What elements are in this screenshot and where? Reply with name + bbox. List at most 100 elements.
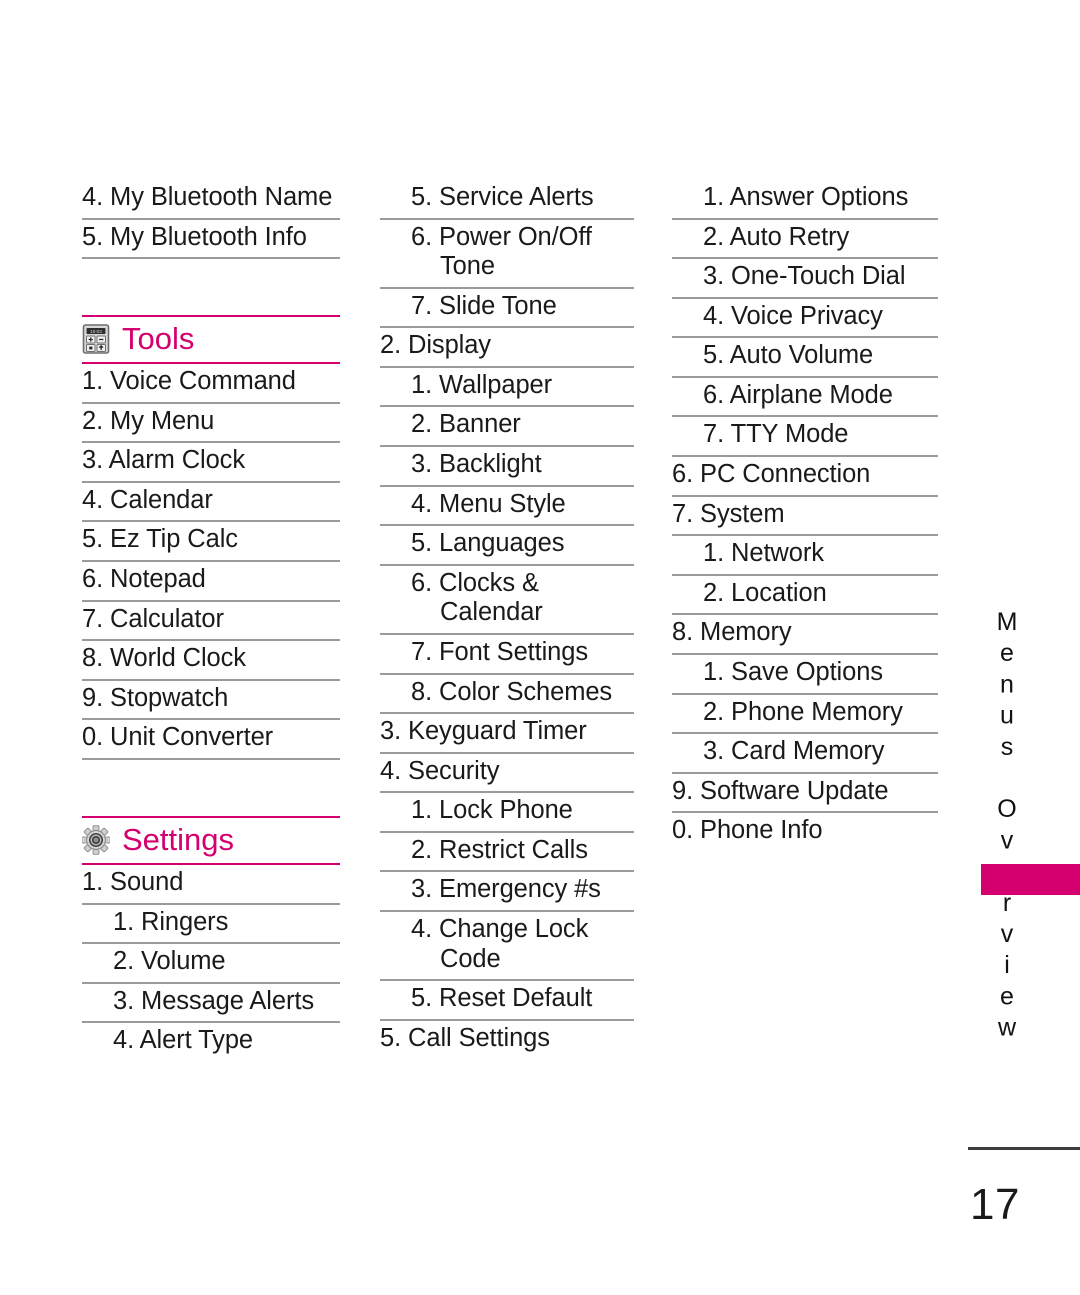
menu-entry: 3. One-Touch Dial bbox=[672, 259, 938, 299]
menu-entry: 8. Memory bbox=[672, 615, 938, 655]
menu-entry-label: 2. Banner bbox=[411, 410, 521, 439]
footer-rule bbox=[968, 1147, 1080, 1150]
menu-entry-label: 0. Unit Converter bbox=[82, 723, 274, 752]
menu-entry-label: 5. Service Alerts bbox=[411, 183, 594, 211]
menu-entry-label: 8. World Clock bbox=[82, 644, 246, 673]
menu-entry-label: 9. Software Update bbox=[672, 776, 889, 805]
menu-entry-label: 6. Notepad bbox=[82, 565, 206, 594]
menu-entry-label: 4. Alert Type bbox=[113, 1026, 253, 1055]
section-title: Tools bbox=[122, 321, 195, 357]
menu-entry: 4. Alert Type bbox=[82, 1023, 340, 1061]
menu-entry: 7. Calculator bbox=[82, 602, 340, 642]
menu-entry-label: 7. TTY Mode bbox=[703, 420, 849, 449]
menu-entry: 2. Phone Memory bbox=[672, 695, 938, 735]
menu-entry: 2. My Menu bbox=[82, 404, 340, 444]
menu-entry: 3. Emergency #s bbox=[380, 872, 634, 912]
menu-entry-label: 1. Wallpaper bbox=[411, 370, 553, 399]
menu-entry: 1. Save Options bbox=[672, 655, 938, 695]
menu-entry: 7. TTY Mode bbox=[672, 417, 938, 458]
menu-entry: 4. Security bbox=[380, 754, 634, 794]
menu-entry-label: 6. PC Connection bbox=[672, 460, 871, 489]
section-header: Settings bbox=[82, 815, 340, 865]
menu-entry: 1. Ringers bbox=[82, 905, 340, 945]
menu-entry-label: 5. Reset Default bbox=[411, 984, 593, 1013]
menu-entry: 8. World Clock bbox=[82, 641, 340, 681]
column-right: 1. Answer Options 2. Auto Retry 3. One-Tou… bbox=[672, 180, 938, 851]
menu-entry: 2. Auto Retry bbox=[672, 220, 938, 260]
section-header: 10:03 Tools bbox=[82, 315, 340, 365]
menu-entry: 9. Software Update bbox=[672, 774, 938, 814]
menu-entry-label: 7. Slide Tone bbox=[411, 291, 557, 320]
menu-entry: 3. Keyguard Timer bbox=[380, 714, 634, 754]
menu-entry-label: 6. Airplane Mode bbox=[703, 380, 893, 409]
menu-entry: 5. Ez Tip Calc bbox=[82, 522, 340, 563]
menu-entry-label: 4. Calendar bbox=[82, 485, 213, 514]
menu-entry-label: 2. Restrict Calls bbox=[411, 835, 588, 864]
menu-entry: 2. Volume bbox=[82, 944, 340, 984]
menu-entry-label: 7. System bbox=[672, 499, 785, 528]
section-title: Settings bbox=[122, 821, 235, 857]
menu-entry-label: 5. Call Settings bbox=[380, 1023, 550, 1052]
menu-entry-label: 5. Ez Tip Calc bbox=[82, 525, 238, 554]
menu-entry-label: 2. Auto Retry bbox=[703, 222, 850, 251]
menu-entry: 6. Airplane Mode bbox=[672, 378, 938, 418]
menu-entry: 7. Font Settings bbox=[380, 635, 634, 675]
menu-entry: 1. Network bbox=[672, 536, 938, 576]
menu-entry: 5. Auto Volume bbox=[672, 338, 938, 378]
menu-entry: 6. PC Connection bbox=[672, 457, 938, 497]
page-number: 17 bbox=[970, 1180, 1020, 1229]
menu-entry-label: 1. Ringers bbox=[113, 907, 229, 936]
svg-text:10:03: 10:03 bbox=[90, 329, 102, 334]
menu-entry: 5. Languages bbox=[380, 526, 634, 566]
menu-entry-label: 1. Save Options bbox=[703, 657, 883, 686]
menu-entry: 2. Location bbox=[672, 576, 938, 616]
menu-entry-label: 2. Phone Memory bbox=[703, 697, 903, 726]
menu-entry-label: 1. Lock Phone bbox=[411, 796, 573, 825]
menu-entry: 8. Color Schemes bbox=[380, 675, 634, 715]
manual-page: 4. My Bluetooth Name 5. My Bluetooth Info… bbox=[0, 0, 1080, 1295]
menu-entry-label: 3. One-Touch Dial bbox=[703, 262, 906, 291]
menu-entry-label: 4. Voice Privacy bbox=[703, 301, 883, 330]
menu-entry-label: 7. Calculator bbox=[82, 604, 224, 633]
menu-entry: 3. Card Memory bbox=[672, 734, 938, 774]
menu-entry: 5. My Bluetooth Info bbox=[82, 220, 340, 260]
menu-entry: 7. System bbox=[672, 497, 938, 537]
menu-entry: 4. Calendar bbox=[82, 483, 340, 523]
menu-entry-label: 3. Message Alerts bbox=[113, 986, 314, 1015]
menu-entry: 1. Sound bbox=[82, 865, 340, 905]
menu-entry-label: 0. Phone Info bbox=[672, 816, 823, 845]
menu-entry-label: 2. My Menu bbox=[82, 406, 215, 435]
menu-entry: 5. Call Settings bbox=[380, 1021, 634, 1059]
menu-entry-label: 9. Stopwatch bbox=[82, 683, 229, 712]
menu-entry: 6. Clocks & Calendar bbox=[380, 566, 634, 635]
menu-entry: 1. Answer Options bbox=[672, 180, 938, 220]
menu-entry: 2. Display bbox=[380, 328, 634, 368]
menu-entry-label: 4. Menu Style bbox=[411, 489, 566, 518]
menu-entry: 0. Unit Converter bbox=[82, 720, 340, 760]
menu-entry-label: 4. My Bluetooth Name bbox=[82, 183, 333, 211]
menu-entry: 4. My Bluetooth Name bbox=[82, 180, 340, 220]
menu-entry-label: 8. Memory bbox=[672, 618, 792, 647]
menu-entry: 2. Restrict Calls bbox=[380, 833, 634, 873]
menu-entry-label: 2. Volume bbox=[113, 947, 226, 976]
menu-entry-label: 1. Network bbox=[703, 539, 824, 568]
menu-entry-label: 3. Backlight bbox=[411, 450, 542, 479]
gear-icon bbox=[82, 825, 110, 855]
menu-entry: 1. Wallpaper bbox=[380, 368, 634, 408]
calculator-icon: 10:03 bbox=[82, 324, 110, 354]
menu-entry-label: 5. Languages bbox=[411, 529, 565, 558]
menu-entry: 7. Slide Tone bbox=[380, 289, 634, 329]
menu-entry-label: 2. Location bbox=[703, 578, 827, 607]
menu-entry-label: 1. Sound bbox=[82, 867, 184, 896]
menu-entry: 9. Stopwatch bbox=[82, 681, 340, 721]
menu-entry-label: 3. Keyguard Timer bbox=[380, 717, 587, 746]
menu-entry-label: 4. Security bbox=[380, 756, 500, 785]
menu-entry: 2. Banner bbox=[380, 407, 634, 448]
menu-entry: 3. Alarm Clock bbox=[82, 443, 340, 483]
menu-entry: 6. Notepad bbox=[82, 562, 340, 602]
menu-entry-label: 8. Color Schemes bbox=[411, 677, 613, 706]
menu-entry-label: 5. My Bluetooth Info bbox=[82, 222, 307, 251]
menu-entry: 5. Reset Default bbox=[380, 981, 634, 1021]
menu-entry: 4. Menu Style bbox=[380, 487, 634, 527]
